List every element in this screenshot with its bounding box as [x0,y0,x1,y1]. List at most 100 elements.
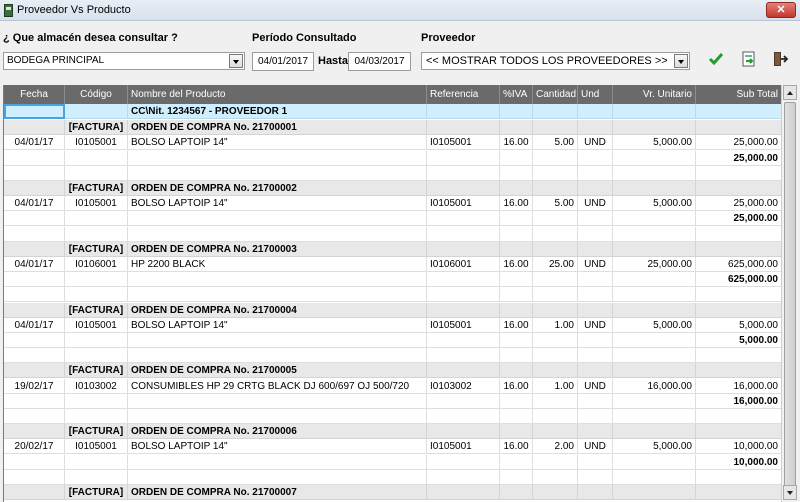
col-fecha-cell [4,150,65,166]
col-producto-cell: HP 2200 BLACK [128,257,427,272]
col-producto-cell: BOLSO LAPTOIP 14" [128,439,427,455]
period-label: Período Consultado [252,32,357,44]
supplier-row[interactable]: CC\Nit. 1234567 - PROVEEDOR 1 [4,104,781,119]
col-und-cell [578,226,613,242]
order-header-row[interactable]: [FACTURA] ORDEN DE COMPRA No. 21700006 [4,424,781,440]
col-fecha-cell [4,287,65,303]
table-row[interactable]: 04/01/17 I0105001 BOLSO LAPTOIP 14" I010500… [4,317,781,333]
col-unitario-cell: 25,000.00 [613,257,696,272]
col-codigo-cell [65,104,128,119]
scroll-thumb[interactable] [784,102,796,497]
col-unitario-cell [613,469,696,485]
table-row[interactable]: 19/02/17 I0103002 CONSUMIBLES HP 29 CRTG B… [4,378,781,394]
col-subtotal-cell: 16,000.00 [696,379,781,394]
order-total-row[interactable]: 25,000.00 [4,211,781,227]
order-total-row[interactable]: 16,000.00 [4,393,781,409]
order-header-row[interactable]: [FACTURA] ORDEN DE COMPRA No. 21700004 [4,302,781,318]
col-und-cell: UND [578,317,613,333]
order-header-row[interactable]: [FACTURA] ORDEN DE COMPRA No. 21700005 [4,363,781,379]
col-producto-cell: ORDEN DE COMPRA No. 21700006 [128,424,427,440]
col-unitario-cell: 16,000.00 [613,378,696,394]
col-referencia-cell [427,241,500,257]
col-producto-cell [128,333,427,348]
col-und-cell [578,348,613,364]
col-iva-cell [500,409,533,424]
col-fecha-cell [4,226,65,242]
order-header-row[interactable]: [FACTURA] ORDEN DE COMPRA No. 21700007 [4,485,781,500]
col-iva-cell [500,150,533,166]
scroll-up-icon[interactable] [783,85,797,100]
col-subtotal-cell [696,166,781,181]
col-iva-cell: 16.00 [500,135,533,151]
table-row[interactable]: 04/01/17 I0105001 BOLSO LAPTOIP 14" I010500… [4,135,781,151]
check-icon[interactable] [707,50,725,68]
col-subtotal-header[interactable]: Sub Total [696,85,781,104]
results-grid[interactable]: Fecha Código Nombre del Producto Referencia… [3,85,781,502]
col-cantidad-cell [533,226,578,242]
col-subtotal-cell: 25,000.00 [696,196,781,212]
col-und-cell: UND [578,135,613,151]
col-referencia-cell [427,302,500,318]
col-subtotal-cell: 16,000.00 [696,394,781,409]
window-titlebar: Proveedor Vs Producto ✕ [0,0,800,21]
chevron-down-icon[interactable] [674,54,688,68]
col-subtotal-cell: 625,000.00 [696,272,781,288]
table-row[interactable]: 20/02/17 I0105001 BOLSO LAPTOIP 14" I010500… [4,439,781,455]
col-referencia-cell [427,348,500,364]
col-referencia-cell [427,333,500,348]
col-und-cell [578,165,613,181]
order-header-row[interactable]: [FACTURA] ORDEN DE COMPRA No. 21700002 [4,181,781,196]
empty-row[interactable] [4,226,781,242]
col-codigo-header[interactable]: Código [65,85,128,104]
col-subtotal-cell [696,287,781,303]
empty-row[interactable] [4,287,781,303]
col-iva-cell: 16.00 [500,378,533,394]
col-cantidad-cell: 5.00 [533,196,578,212]
empty-row[interactable] [4,165,781,181]
col-fecha-header[interactable]: Fecha [4,85,65,104]
col-unitario-header[interactable]: Vr. Unitario [613,85,696,104]
col-unitario-cell [613,150,696,166]
col-iva-cell [500,272,533,288]
order-total-row[interactable]: 10,000.00 [4,454,781,470]
empty-row[interactable] [4,469,781,485]
table-row[interactable]: 04/01/17 I0105001 BOLSO LAPTOIP 14" I010500… [4,196,781,212]
app-icon [4,4,13,17]
col-cantidad-cell [533,150,578,166]
empty-row[interactable] [4,348,781,364]
exit-icon[interactable] [771,50,789,68]
order-header-row[interactable]: [FACTURA] ORDEN DE COMPRA No. 21700003 [4,241,781,257]
col-subtotal-cell [696,424,781,440]
col-cantidad-header[interactable]: Cantidad [533,85,578,104]
col-cantidad-cell [533,454,578,470]
order-header-row[interactable]: [FACTURA] ORDEN DE COMPRA No. 21700001 [4,120,781,136]
warehouse-select[interactable]: BODEGA PRINCIPAL [3,52,245,70]
order-total-row[interactable]: 625,000.00 [4,272,781,288]
vertical-scrollbar[interactable] [781,85,797,502]
order-total-row[interactable]: 5,000.00 [4,333,781,348]
col-producto-cell [128,272,427,288]
date-from-input[interactable]: 04/01/2017 [252,52,314,71]
table-row[interactable]: 04/01/17 I0106001 HP 2200 BLACK I0106001 16.… [4,257,781,272]
col-cantidad-cell [533,272,578,288]
col-referencia-header[interactable]: Referencia [427,85,500,104]
col-subtotal-cell [696,227,781,242]
col-iva-cell [500,454,533,470]
col-und-header[interactable]: Und [578,85,613,104]
col-iva-header[interactable]: %IVA [500,85,533,104]
col-cantidad-cell [533,485,578,500]
col-codigo-cell [65,333,128,348]
col-codigo-cell [65,165,128,181]
scroll-down-icon[interactable] [783,485,797,500]
order-total-row[interactable]: 25,000.00 [4,150,781,166]
supplier-select[interactable]: << MOSTRAR TODOS LOS PROVEEDORES >> [421,52,690,70]
date-to-input[interactable]: 04/03/2017 [348,52,411,71]
col-producto-header[interactable]: Nombre del Producto [128,85,427,104]
chevron-down-icon[interactable] [229,54,243,68]
col-codigo-cell: I0106001 [65,257,128,272]
export-icon[interactable] [740,50,758,68]
col-subtotal-cell: 25,000.00 [696,135,781,151]
empty-row[interactable] [4,409,781,424]
close-button[interactable]: ✕ [766,2,796,18]
col-iva-cell [500,302,533,318]
